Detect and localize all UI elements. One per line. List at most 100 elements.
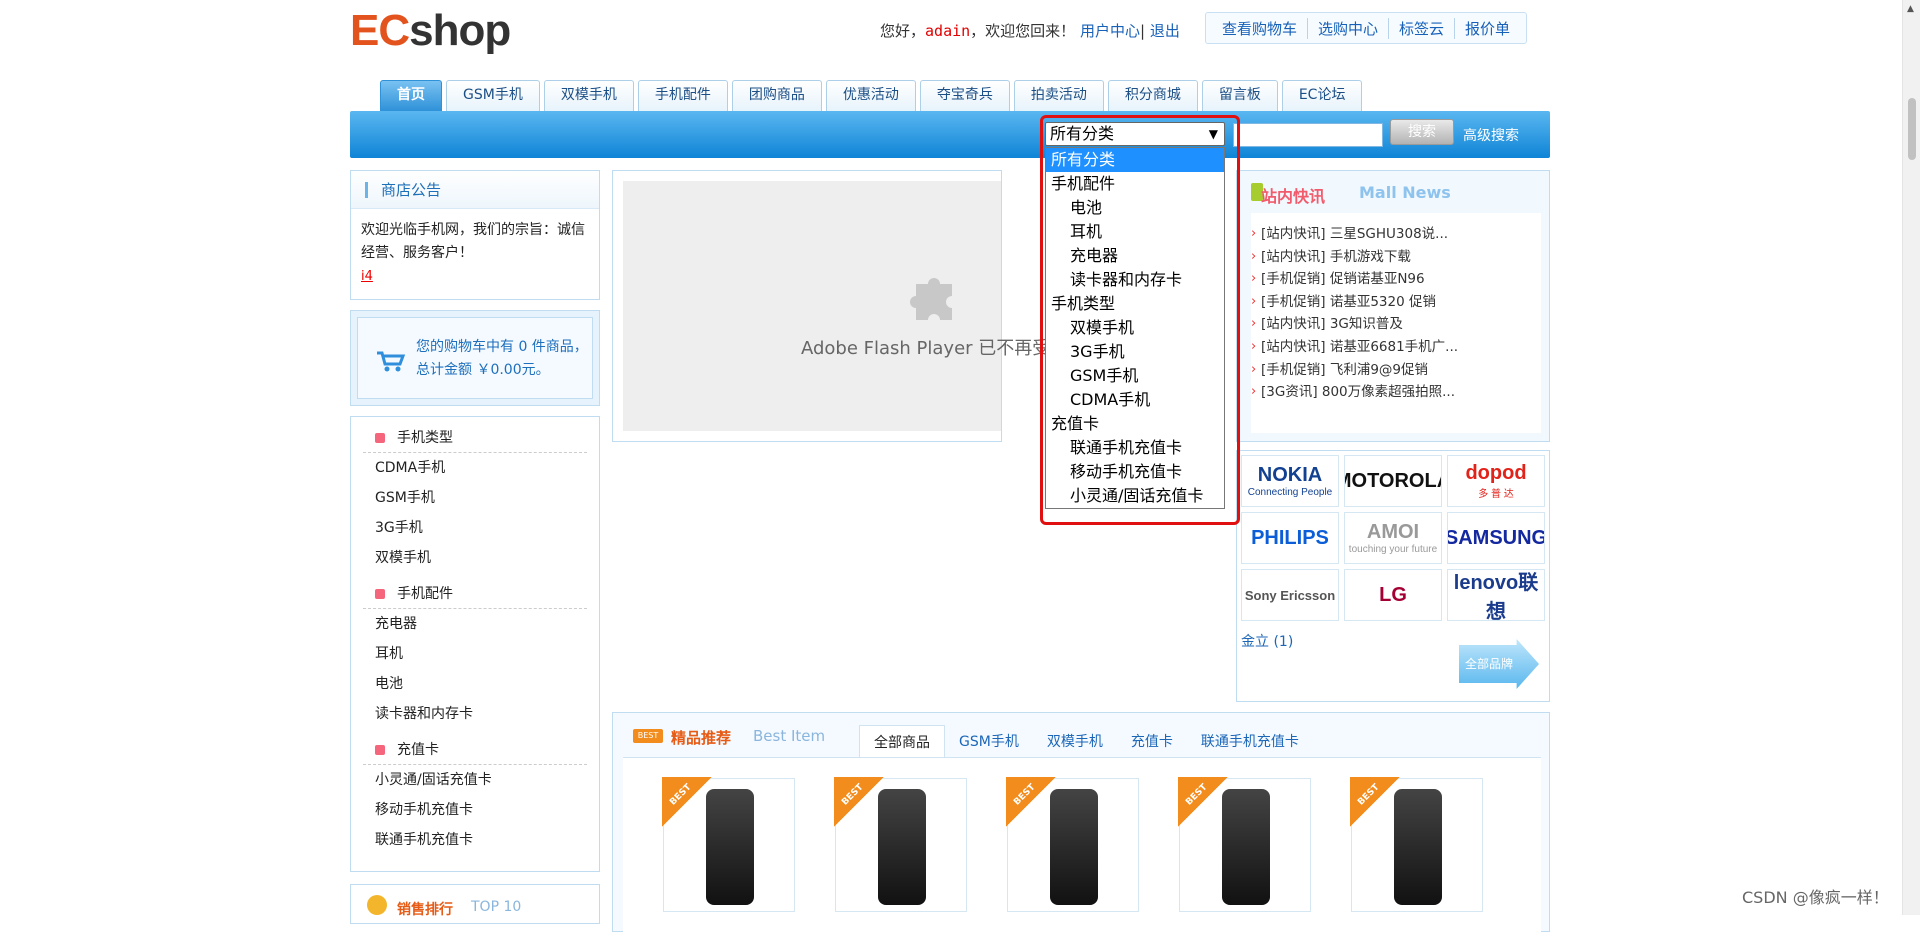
search-input[interactable] [1233, 123, 1383, 147]
category-item[interactable]: 双模手机 [351, 543, 599, 573]
flash-banner: Adobe Flash Player 已不再受支持 [612, 170, 1086, 442]
category-group-header[interactable]: 手机配件 [363, 579, 587, 609]
brand-logo[interactable]: NOKIA Connecting People [1241, 455, 1339, 507]
category-option[interactable]: CDMA手机 [1046, 388, 1224, 412]
nav-tab-message-board[interactable]: 留言板 [1201, 80, 1278, 111]
best-items: BEST 精品推荐 Best Item 全部商品 GSM手机 双模手机 充值卡 … [612, 712, 1550, 937]
category-item[interactable]: 电池 [351, 669, 599, 699]
product-image[interactable] [1222, 789, 1270, 905]
news-item[interactable]: [站内快讯] 诺基亚6681手机广... [1251, 336, 1541, 359]
sales-rank-title: 销售排行 [397, 902, 453, 918]
product-image[interactable] [1394, 789, 1442, 905]
category-item[interactable]: 小灵通/固话充值卡 [351, 765, 599, 795]
product-card[interactable]: BEST [662, 777, 795, 912]
nav-tab-dual-mode[interactable]: 双模手机 [543, 80, 634, 111]
news-item[interactable]: [手机促销] 促销诺基亚N96 [1251, 268, 1541, 291]
product-card[interactable]: BEST [1178, 777, 1311, 912]
category-select[interactable]: 所有分类 ▼ [1045, 122, 1225, 146]
view-cart-link[interactable]: 查看购物车 [1212, 18, 1307, 39]
category-option[interactable]: 小灵通/固话充值卡 [1046, 484, 1224, 508]
category-group-header[interactable]: 充值卡 [363, 735, 587, 765]
news-item[interactable]: [手机促销] 飞利浦9@9促销 [1251, 359, 1541, 382]
scroll-up-icon[interactable]: ▲ [1907, 4, 1914, 14]
best-tab-recharge[interactable]: 充值卡 [1117, 725, 1187, 759]
product-card[interactable]: BEST [834, 777, 967, 912]
search-button[interactable]: 搜索 [1390, 119, 1454, 145]
nav-tab-auction[interactable]: 拍卖活动 [1013, 80, 1104, 111]
news-item[interactable]: [站内快讯] 三星SGHU308说... [1251, 223, 1541, 246]
nav-tab-group-buy[interactable]: 团购商品 [731, 80, 822, 111]
nav-tab-points-mall[interactable]: 积分商城 [1107, 80, 1198, 111]
category-group-header[interactable]: 手机类型 [363, 423, 587, 453]
category-option[interactable]: 移动手机充值卡 [1046, 460, 1224, 484]
category-option[interactable]: 双模手机 [1046, 316, 1224, 340]
flash-placeholder: Adobe Flash Player 已不再受支持 [623, 181, 1086, 431]
brand-tagline: 多 普 达 [1478, 489, 1514, 500]
best-tab-unicom-recharge[interactable]: 联通手机充值卡 [1187, 725, 1313, 759]
category-option[interactable]: 3G手机 [1046, 340, 1224, 364]
nav-tab-accessories[interactable]: 手机配件 [637, 80, 728, 111]
user-center-link[interactable]: 用户中心 [1080, 22, 1140, 40]
nav-tab-gsm[interactable]: GSM手机 [446, 80, 540, 111]
product-image[interactable] [706, 789, 754, 905]
product-image[interactable] [1050, 789, 1098, 905]
cart-summary-text[interactable]: 您的购物车中有 0 件商品，总计金额 ￥0.00元。 [416, 336, 594, 382]
brand-name: SAMSUNG [1447, 526, 1545, 549]
best-ribbon: BEST [1006, 777, 1056, 827]
best-tab-dual-mode[interactable]: 双模手机 [1033, 725, 1117, 759]
brand-jinli-link[interactable]: 金立 (1) [1241, 631, 1293, 651]
all-brands-button[interactable]: 全部品牌 [1459, 639, 1539, 689]
advanced-search-link[interactable]: 高级搜索 [1463, 125, 1519, 145]
news-item[interactable]: [手机促销] 诺基亚5320 促销 [1251, 291, 1541, 314]
site-logo[interactable]: ECshop [350, 8, 511, 54]
brand-logo[interactable]: dopod 多 普 达 [1447, 455, 1545, 507]
nav-tab-home[interactable]: 首页 [380, 80, 442, 111]
news-item[interactable]: [3G资讯] 800万像素超强拍照... [1251, 381, 1541, 404]
vertical-scrollbar[interactable]: ▲ [1902, 0, 1920, 915]
brand-logo[interactable]: Sony Ericsson [1241, 569, 1339, 621]
brand-logo[interactable]: SAMSUNG [1447, 512, 1545, 564]
product-card[interactable]: BEST [1006, 777, 1139, 912]
category-option[interactable]: 耳机 [1046, 220, 1224, 244]
scrollbar-thumb[interactable] [1908, 98, 1916, 160]
shopping-center-link[interactable]: 选购中心 [1307, 17, 1388, 39]
category-item[interactable]: 读卡器和内存卡 [351, 699, 599, 729]
category-item[interactable]: 充电器 [351, 609, 599, 639]
brand-logo[interactable]: LG [1344, 569, 1442, 621]
category-item[interactable]: CDMA手机 [351, 453, 599, 483]
category-option[interactable]: 充值卡 [1046, 412, 1224, 436]
tag-cloud-link[interactable]: 标签云 [1388, 17, 1454, 39]
nav-tab-treasure[interactable]: 夺宝奇兵 [919, 80, 1010, 111]
nav-tab-promotions[interactable]: 优惠活动 [825, 80, 916, 111]
brand-logo[interactable]: MOTOROLA [1344, 455, 1442, 507]
category-dropdown: 所有分类 手机配件 电池 耳机 充电器 读卡器和内存卡 手机类型 双模手机 3G手机 GSM手机 C… [1045, 147, 1225, 509]
news-item[interactable]: [站内快讯] 3G知识普及 [1251, 313, 1541, 336]
category-option[interactable]: 读卡器和内存卡 [1046, 268, 1224, 292]
brand-logo[interactable]: PHILIPS [1241, 512, 1339, 564]
category-option[interactable]: GSM手机 [1046, 364, 1224, 388]
product-card[interactable]: BEST [1350, 777, 1483, 912]
category-option[interactable]: 手机配件 [1046, 172, 1224, 196]
category-option[interactable]: 联通手机充值卡 [1046, 436, 1224, 460]
category-item[interactable]: GSM手机 [351, 483, 599, 513]
category-option[interactable]: 电池 [1046, 196, 1224, 220]
store-notice-link[interactable]: i4 [361, 269, 373, 284]
category-item[interactable]: 3G手机 [351, 513, 599, 543]
news-item[interactable]: [站内快讯] 手机游戏下载 [1251, 246, 1541, 269]
category-item[interactable]: 耳机 [351, 639, 599, 669]
quote-link[interactable]: 报价单 [1454, 17, 1520, 39]
best-items-tabs: 全部商品 GSM手机 双模手机 充值卡 联通手机充值卡 [859, 725, 1313, 759]
category-item[interactable]: 移动手机充值卡 [351, 795, 599, 825]
category-option[interactable]: 手机类型 [1046, 292, 1224, 316]
category-item[interactable]: 联通手机充值卡 [351, 825, 599, 855]
category-option[interactable]: 充电器 [1046, 244, 1224, 268]
best-tab-gsm[interactable]: GSM手机 [945, 725, 1033, 759]
best-tab-all[interactable]: 全部商品 [859, 725, 945, 759]
product-image[interactable] [878, 789, 926, 905]
nav-tab-ec-forum[interactable]: EC论坛 [1281, 80, 1363, 111]
brand-logo[interactable]: lenovo联想 [1447, 569, 1545, 621]
logout-link[interactable]: 退出 [1150, 22, 1180, 40]
category-option[interactable]: 所有分类 [1046, 148, 1224, 172]
medal-icon [367, 895, 387, 915]
brand-logo[interactable]: AMOI touching your future [1344, 512, 1442, 564]
